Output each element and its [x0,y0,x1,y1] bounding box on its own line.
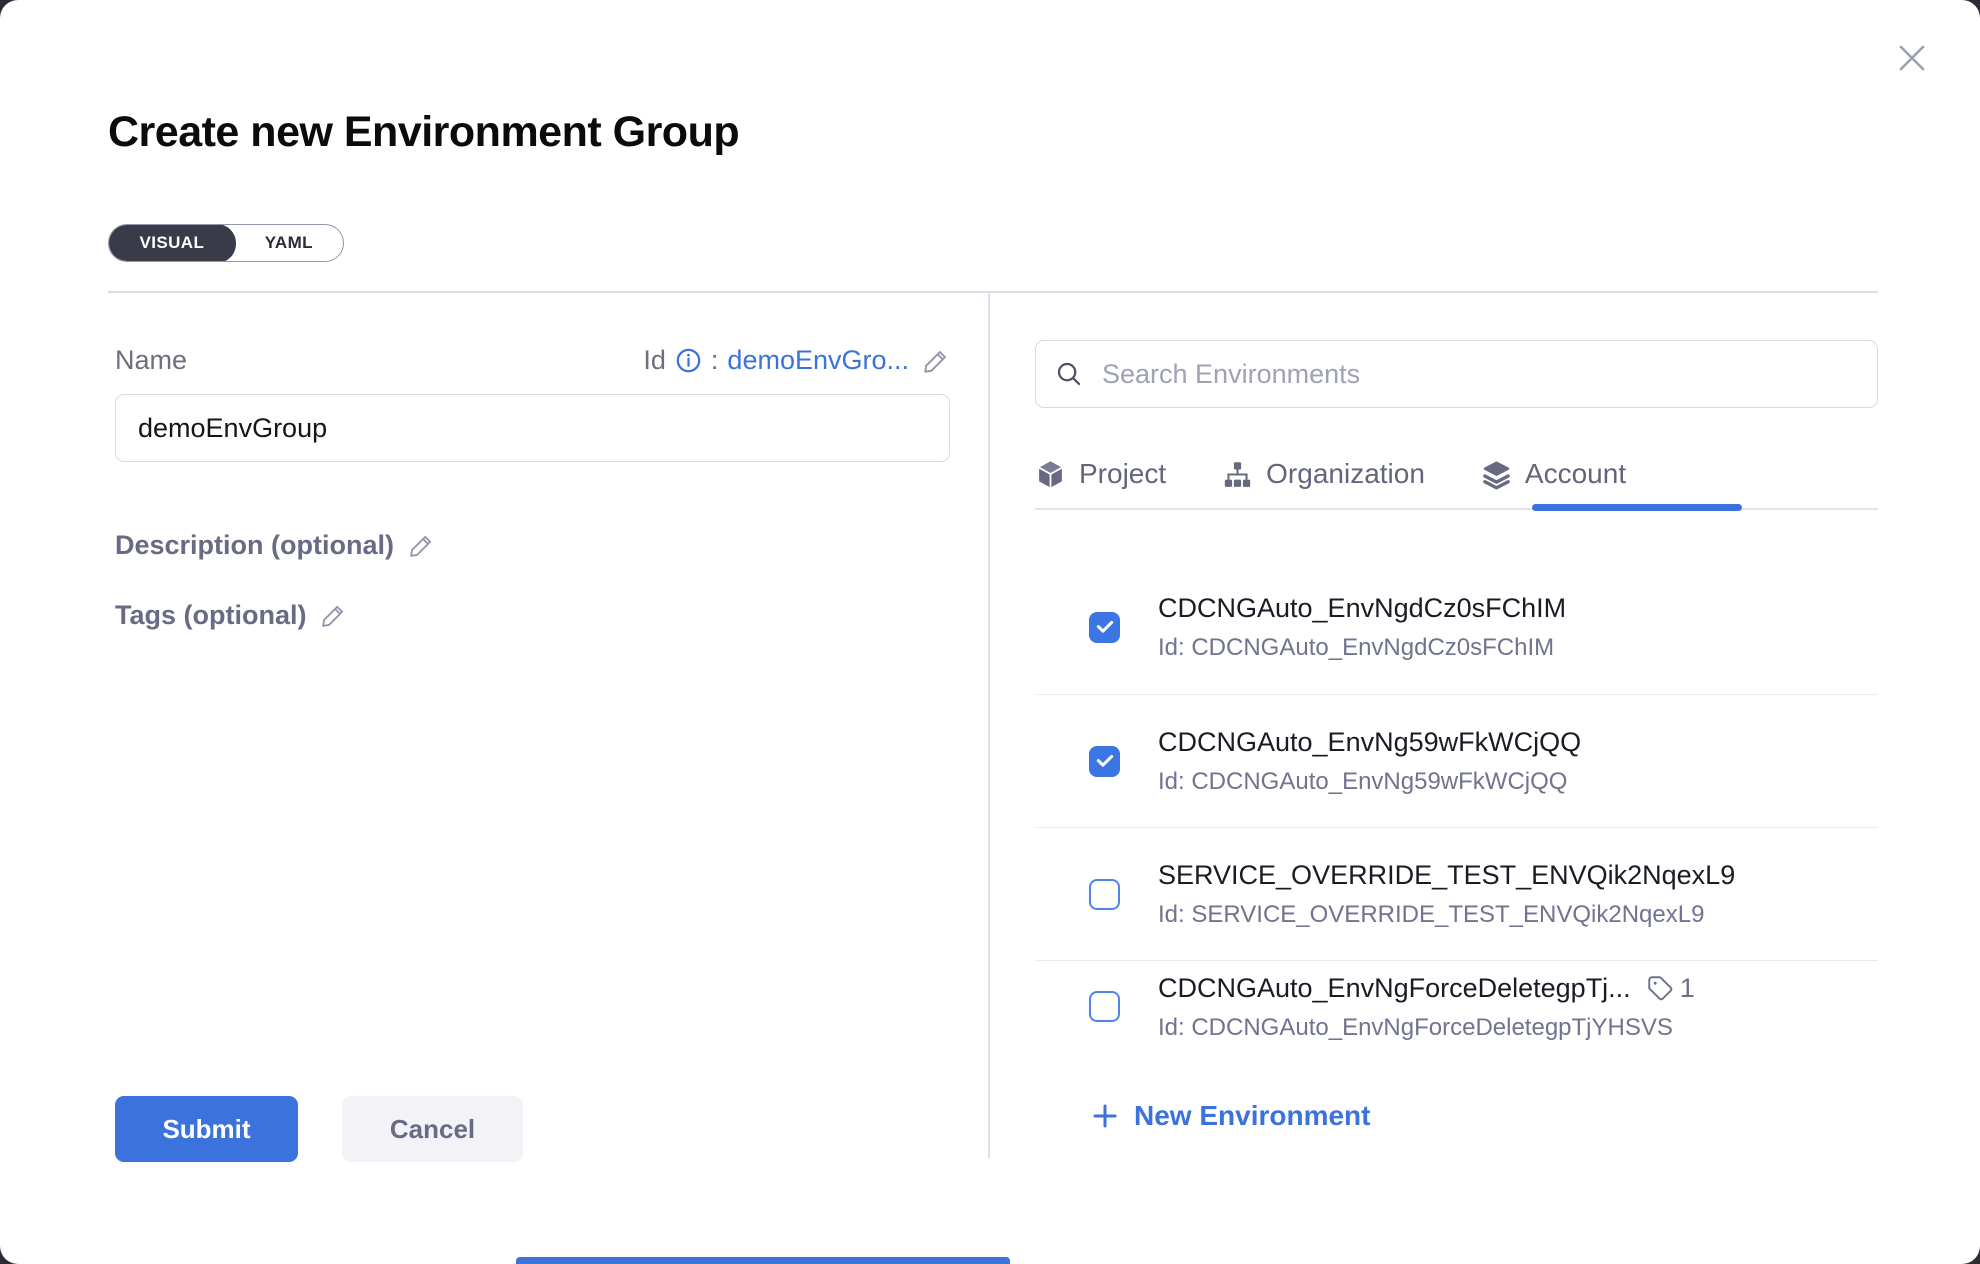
search-icon [1054,359,1084,389]
id-row: Id : demoEnvGro... [115,345,950,376]
edit-tags-pencil-icon[interactable] [320,602,347,629]
environment-id: Id: CDCNGAuto_EnvNgdCz0sFChIM [1158,634,1566,662]
tab-account[interactable]: Account [1481,440,1626,508]
scope-tabs: Project Organization [1035,440,1878,510]
edit-id-pencil-icon[interactable] [922,347,950,375]
tag-count: 1 [1680,973,1695,1004]
new-environment-label: New Environment [1134,1100,1370,1132]
tags-optional-row: Tags (optional) [115,600,347,631]
tab-account-label: Account [1525,458,1626,490]
name-input[interactable] [115,394,950,462]
search-environments-input[interactable] [1100,358,1859,391]
tags-label: Tags (optional) [115,600,306,631]
header-divider [108,291,1878,293]
close-button[interactable] [1890,36,1934,80]
tab-yaml[interactable]: YAML [235,225,343,261]
environment-id: Id: CDCNGAuto_EnvNgForceDeletegpTjYHSVS [1158,1014,1695,1042]
layers-icon [1481,459,1512,490]
environment-checkbox-unchecked[interactable] [1089,991,1120,1022]
page-title: Create new Environment Group [108,108,739,157]
tag-count-badge: 1 [1647,973,1695,1004]
cube-icon [1035,459,1066,490]
tab-visual[interactable]: VISUAL [108,224,236,262]
environment-list: CDCNGAuto_EnvNgdCz0sFChIM Id: CDCNGAuto_… [1035,512,1878,1053]
environment-name: CDCNGAuto_EnvNgdCz0sFChIM [1158,593,1566,624]
description-label: Description (optional) [115,530,394,561]
pane-divider [988,293,990,1159]
environment-name: CDCNGAuto_EnvNgForceDeletegpTj... [1158,973,1631,1004]
environment-id: Id: SERVICE_OVERRIDE_TEST_ENVQik2NqexL9 [1158,901,1735,929]
id-colon: : [711,345,719,376]
id-label: Id [643,345,666,376]
org-chart-icon [1222,459,1253,490]
environment-name: SERVICE_OVERRIDE_TEST_ENVQik2NqexL9 [1158,860,1735,891]
tag-icon [1647,975,1674,1002]
visual-yaml-toggle: VISUAL YAML [108,224,344,262]
tab-organization-label: Organization [1266,458,1425,490]
environment-id: Id: CDCNGAuto_EnvNg59wFkWCjQQ [1158,768,1581,796]
tab-project[interactable]: Project [1035,440,1166,508]
environment-checkbox-checked[interactable] [1089,746,1120,777]
submit-button[interactable]: Submit [115,1096,298,1162]
tab-organization[interactable]: Organization [1222,440,1425,508]
environment-row[interactable]: CDCNGAuto_EnvNgdCz0sFChIM Id: CDCNGAuto_… [1035,512,1878,695]
create-environment-group-modal: Create new Environment Group VISUAL YAML… [0,0,1980,1264]
info-icon[interactable] [675,347,702,374]
environment-checkbox-unchecked[interactable] [1089,879,1120,910]
active-tab-indicator [1532,504,1742,511]
plus-icon [1090,1101,1120,1131]
cancel-button[interactable]: Cancel [342,1096,523,1162]
new-environment-button[interactable]: New Environment [1090,1100,1370,1132]
description-optional-row: Description (optional) [115,530,435,561]
environment-checkbox-checked[interactable] [1089,612,1120,643]
environment-row[interactable]: SERVICE_OVERRIDE_TEST_ENVQik2NqexL9 Id: … [1035,828,1878,961]
edit-description-pencil-icon[interactable] [408,532,435,559]
search-environments-box [1035,340,1878,408]
background-page-blue-element [516,1257,1010,1264]
id-value[interactable]: demoEnvGro... [727,345,909,376]
environment-row[interactable]: CDCNGAuto_EnvNg59wFkWCjQQ Id: CDCNGAuto_… [1035,695,1878,828]
close-icon [1893,39,1931,77]
tab-project-label: Project [1079,458,1166,490]
environment-name: CDCNGAuto_EnvNg59wFkWCjQQ [1158,727,1581,758]
environment-row-partially-scrolled[interactable]: CDCNGAuto_EnvNgForceDeletegpTj... 1 Id: … [1035,961,1878,1053]
